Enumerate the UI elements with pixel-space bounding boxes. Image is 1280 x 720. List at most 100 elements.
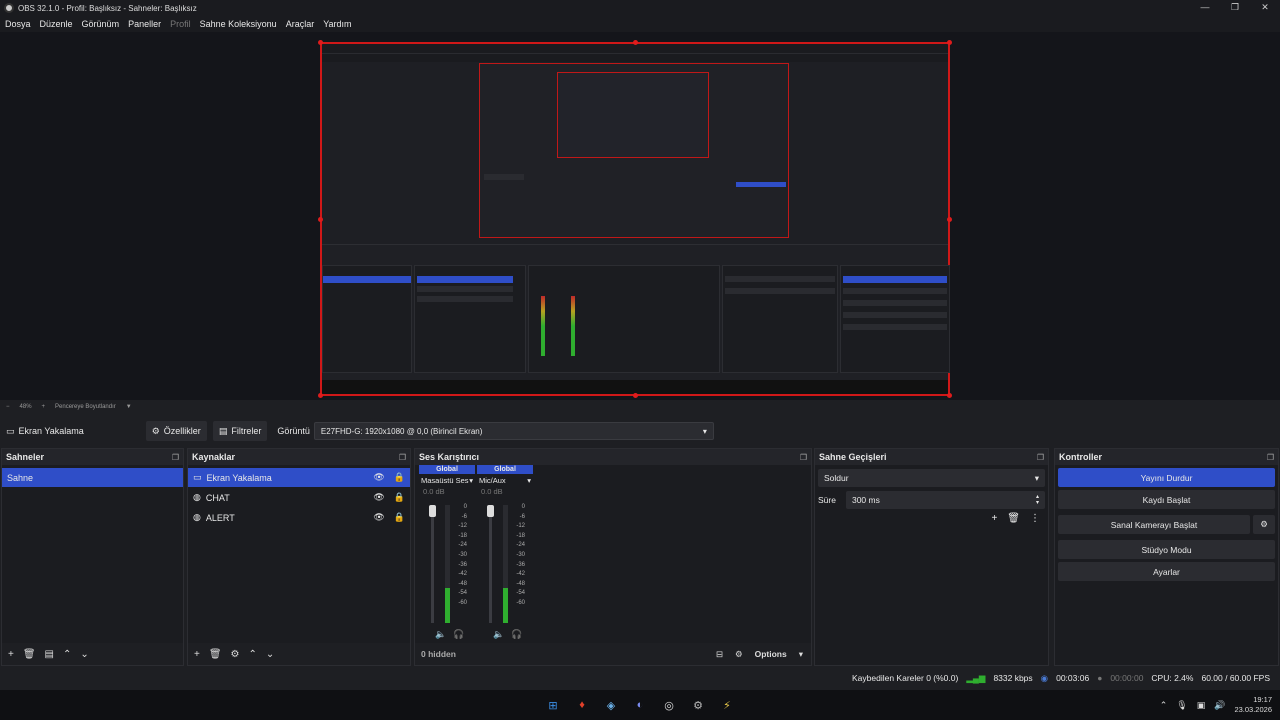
float-icon[interactable]: ❐ — [1037, 453, 1044, 462]
eye-icon[interactable]: 👁 — [373, 512, 384, 523]
resize-handle[interactable] — [318, 393, 323, 398]
stop-stream-button[interactable]: Yayını Durdur — [1058, 468, 1275, 487]
filters-button[interactable]: ▤ Filtreler — [212, 421, 268, 441]
display-select[interactable]: E27FHD-G: 1920x1080 @ 0,0 (Birincil Ekra… — [313, 422, 714, 440]
trash-icon[interactable]: 🗑 — [209, 649, 222, 660]
headphones-icon[interactable]: 🎧 — [453, 629, 464, 640]
spinner-icon[interactable]: ▴ ▾ — [1036, 494, 1039, 506]
source-item[interactable]: ◍ CHAT 👁 🔒 — [188, 488, 410, 507]
headphones-icon[interactable]: 🎧 — [511, 629, 522, 640]
scene-item[interactable]: Sahne — [2, 468, 183, 487]
obs-icon[interactable]: ◎ — [660, 696, 678, 714]
advanced-audio-icon[interactable]: ⚙ — [735, 649, 743, 660]
add-icon[interactable]: + — [991, 513, 997, 524]
chevron-up-icon[interactable]: ⌃ — [63, 649, 71, 660]
lock-icon[interactable]: 🔒 — [394, 512, 405, 523]
network-icon[interactable]: ▣ — [1197, 700, 1206, 711]
resize-handle[interactable] — [633, 393, 638, 398]
trash-icon[interactable]: 🗑 — [1007, 513, 1020, 524]
menu-scene-collection[interactable]: Sahne Koleksiyonu — [200, 19, 277, 29]
window-title: OBS 32.1.0 - Profil: Başlıksız - Sahnele… — [18, 3, 197, 13]
volume-slider[interactable] — [487, 505, 494, 623]
gear-icon[interactable]: ⚙ — [1253, 515, 1275, 534]
filter-icon[interactable]: ▤ — [45, 649, 54, 660]
float-icon[interactable]: ❐ — [1267, 453, 1274, 462]
menu-docks[interactable]: Paneller — [128, 19, 161, 29]
clock[interactable]: 19:17 23.03.2026 — [1234, 695, 1272, 715]
scenes-header: Sahneler ❐ — [2, 449, 183, 465]
chevron-down-icon[interactable]: ⌄ — [80, 649, 88, 660]
chevron-down-icon[interactable]: ▾ — [799, 649, 803, 660]
lock-icon[interactable]: 🔒 — [394, 472, 405, 483]
tick-label: -6 — [519, 513, 525, 520]
app-icon[interactable]: ◈ — [602, 696, 620, 714]
menu-file[interactable]: Dosya — [5, 19, 31, 29]
resize-handle[interactable] — [947, 393, 952, 398]
maximize-button[interactable]: ❐ — [1220, 0, 1250, 16]
windows-start-icon[interactable]: ⊞ — [544, 696, 562, 714]
volume-knob[interactable] — [487, 505, 494, 517]
menu-tools[interactable]: Araçlar — [286, 19, 315, 29]
gear-icon[interactable]: ⚙ — [231, 649, 240, 660]
options-button[interactable]: Options — [755, 649, 787, 659]
tick-label: -60 — [458, 599, 467, 606]
lock-icon[interactable]: 🔒 — [394, 492, 405, 503]
virtual-cam-button[interactable]: Sanal Kamerayı Başlat — [1058, 515, 1250, 534]
float-icon[interactable]: ❐ — [800, 453, 807, 462]
hidden-count[interactable]: 0 hidden — [421, 649, 456, 659]
nested-button — [736, 182, 786, 187]
transition-select[interactable]: Soldur ▾ — [818, 469, 1045, 487]
float-icon[interactable]: ❐ — [172, 453, 179, 462]
brave-browser-icon[interactable]: ♦ — [573, 696, 591, 714]
settings-button[interactable]: Ayarlar — [1058, 562, 1275, 581]
eye-icon[interactable]: 👁 — [373, 472, 384, 483]
add-icon[interactable]: + — [8, 649, 14, 660]
resize-handle[interactable] — [947, 217, 952, 222]
layout-icon[interactable]: ⊟ — [716, 649, 723, 660]
app-icon[interactable]: ⚡ — [718, 696, 736, 714]
preview-canvas[interactable] — [318, 40, 952, 398]
fit-window-label[interactable]: Pencereye Boyutlandır — [55, 404, 116, 410]
studio-mode-button[interactable]: Stüdyo Modu — [1058, 540, 1275, 559]
zoom-in-icon[interactable]: + — [42, 404, 46, 410]
menu-help[interactable]: Yardım — [323, 19, 351, 29]
float-icon[interactable]: ❐ — [399, 453, 406, 462]
chevron-up-icon[interactable]: ⌃ — [1160, 700, 1168, 711]
speaker-icon[interactable]: 🔈 — [493, 629, 504, 640]
volume-slider[interactable] — [429, 505, 436, 623]
resize-handle[interactable] — [947, 40, 952, 45]
speaker-icon[interactable]: 🔈 — [435, 629, 446, 640]
resize-handle[interactable] — [318, 217, 323, 222]
bitrate: 8332 kbps — [993, 673, 1033, 683]
more-icon[interactable]: ⋮ — [1030, 513, 1040, 524]
resize-handle[interactable] — [633, 40, 638, 45]
volume-icon[interactable]: 🔊 — [1214, 700, 1225, 711]
source-item[interactable]: ▭ Ekran Yakalama 👁 🔒 — [188, 468, 410, 487]
source-item[interactable]: ◍ ALERT 👁 🔒 — [188, 508, 410, 527]
settings-icon[interactable]: ⚙ — [689, 696, 707, 714]
start-record-button[interactable]: Kaydı Başlat — [1058, 490, 1275, 509]
microphone-icon[interactable]: 🎙 — [1176, 700, 1187, 711]
properties-button[interactable]: ⚙ Özellikler — [145, 421, 207, 441]
zoom-out-icon[interactable]: − — [6, 404, 10, 410]
duration-input[interactable]: 300 ms ▴ ▾ — [845, 491, 1045, 509]
resize-handle[interactable] — [318, 40, 323, 45]
discord-icon[interactable]: ◐ — [631, 696, 649, 714]
volume-knob[interactable] — [429, 505, 436, 517]
menu-edit[interactable]: Düzenle — [40, 19, 73, 29]
menu-profile[interactable]: Profil — [170, 19, 191, 29]
add-icon[interactable]: + — [194, 649, 200, 660]
channel-name[interactable]: Mic/Aux ▾ — [477, 474, 533, 487]
eye-icon[interactable]: 👁 — [373, 492, 384, 503]
chevron-up-icon[interactable]: ⌃ — [249, 649, 257, 660]
minimize-button[interactable]: — — [1190, 0, 1220, 16]
obs-logo-icon — [4, 3, 14, 13]
close-button[interactable]: ✕ — [1250, 0, 1280, 16]
channel-name[interactable]: Masaüstü Ses ▾ — [419, 474, 475, 487]
preview-area[interactable] — [0, 32, 1280, 400]
chevron-down-icon[interactable]: ▼ — [126, 404, 132, 410]
menu-view[interactable]: Görünüm — [82, 19, 120, 29]
tick-label: -30 — [516, 551, 525, 558]
chevron-down-icon[interactable]: ⌄ — [266, 649, 274, 660]
trash-icon[interactable]: 🗑 — [23, 649, 36, 660]
